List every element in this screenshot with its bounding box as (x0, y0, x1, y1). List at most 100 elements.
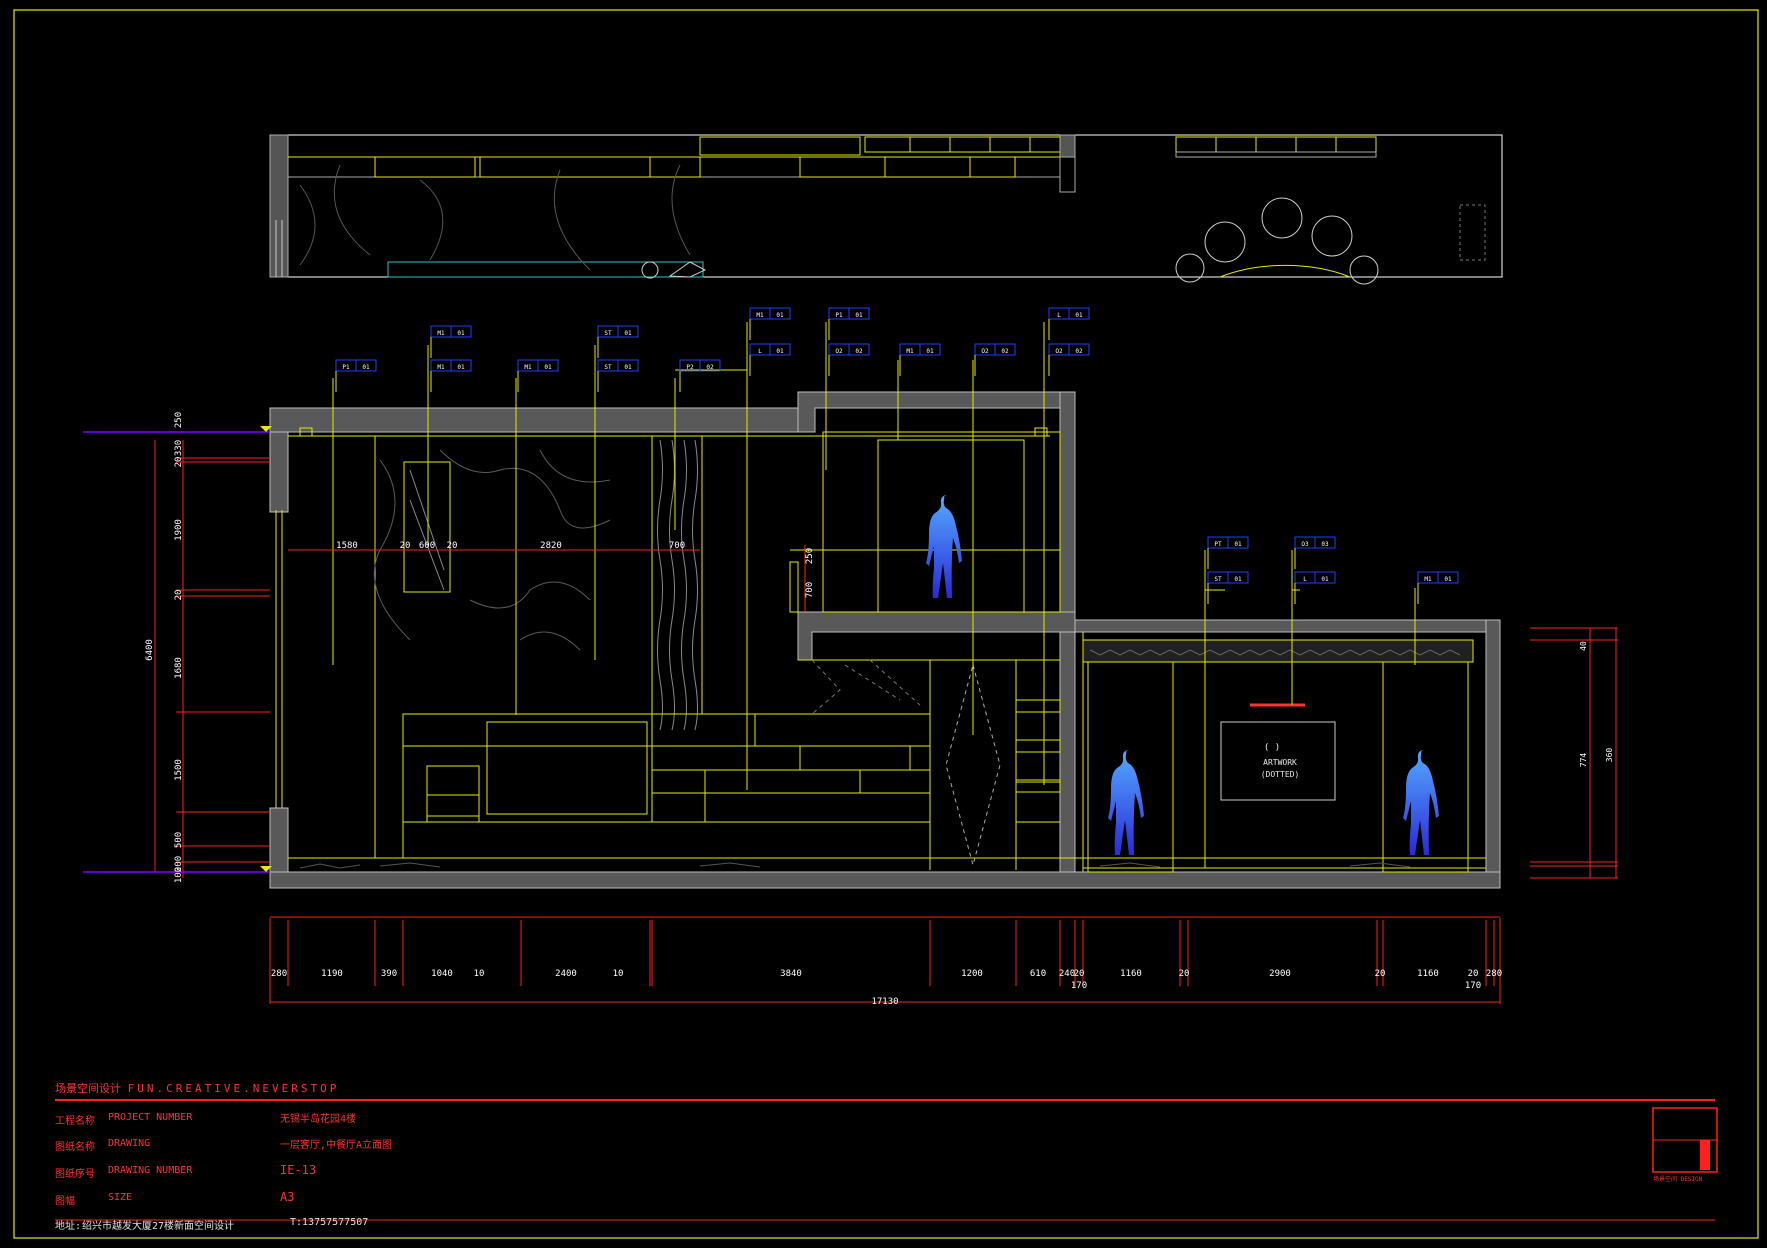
material-tag: P1 01 (828, 307, 870, 340)
left-dim-0: 250 (174, 412, 184, 428)
artwork-mark: ( ) (1264, 743, 1280, 753)
tag-num: 01 (926, 348, 934, 355)
row-drawing-cn: 图纸名称 (55, 1142, 95, 1153)
tag-num: 01 (624, 364, 632, 371)
tag-num: 01 (1321, 576, 1329, 583)
tag-code: ST (604, 364, 612, 371)
tag-code: M1 (524, 364, 532, 371)
figure-3 (1403, 749, 1439, 855)
left-dim-7: 500 (174, 832, 184, 848)
row-project-cn: 工程名称 (55, 1116, 95, 1127)
figure-2 (1108, 749, 1144, 855)
artwork-label: ARTWORK (1263, 758, 1297, 767)
tag-code: M1 (437, 364, 445, 371)
material-tag: L 01 (749, 343, 791, 376)
tag-code: O2 (1055, 348, 1063, 355)
material-tag: ST 01 (1207, 571, 1249, 604)
material-tag: ST 01 (597, 359, 639, 392)
elevation-linework (288, 427, 1486, 873)
bottom-dim-13: 20 (1179, 969, 1190, 979)
left-glazing (275, 510, 283, 808)
material-tag: M1 01 (1417, 571, 1459, 604)
material-tag: PT 01 (1207, 536, 1249, 569)
row-size-cn: 图幅 (55, 1196, 75, 1207)
right-dim-1: 774 (1579, 753, 1588, 768)
inner-dim-4: 2820 (540, 541, 562, 551)
bottom-dim-5: 2400 (555, 969, 577, 979)
tag-code: P1 (835, 312, 843, 319)
row-drawing-value: 一层客厅,中餐厅A立面图 (280, 1140, 393, 1151)
bottom-sub-0: 170 (1071, 981, 1087, 991)
material-tag: M1 01 (899, 343, 941, 376)
left-dim-3: 1900 (174, 519, 184, 541)
address-text: 绍兴市越发大厦27楼新面空间设计 (82, 1221, 235, 1232)
tag-num: 01 (1234, 541, 1242, 548)
tag-code: M1 (756, 312, 764, 319)
row-number-en: DRAWING NUMBER (108, 1165, 193, 1176)
tag-code: PT (1214, 541, 1222, 548)
left-dim-9: 100 (174, 867, 184, 883)
right-dim-0: 40 (1579, 641, 1588, 651)
tag-num: 03 (1321, 541, 1329, 548)
material-tag: L 01 (1048, 307, 1090, 340)
material-tag: O2 02 (974, 343, 1016, 376)
bottom-dim-15: 20 (1375, 969, 1386, 979)
bottom-dim-4: 10 (474, 969, 485, 979)
level-marks (83, 431, 270, 873)
bottom-dim-9: 610 (1030, 969, 1046, 979)
tag-code: L (1303, 576, 1307, 583)
bottom-dim-1: 1190 (321, 969, 343, 979)
ticks (176, 431, 1618, 986)
tag-num: 01 (776, 348, 784, 355)
material-tag: O2 02 (828, 343, 870, 376)
tag-code: P2 (686, 364, 694, 371)
tag-num: 02 (706, 364, 714, 371)
dimension-lines (154, 440, 1618, 1004)
material-tags: P1 01 M1 01 M1 01 M1 01 ST 01 ST 01 P2 02 M1 01 L 01 P1 01 O… (335, 307, 1459, 604)
bottom-sub-1: 170 (1465, 981, 1481, 991)
bottom-dim-3: 1040 (431, 969, 453, 979)
tag-num: 02 (855, 348, 863, 355)
company-slogan: FUN.CREATIVE.NEVERSTOP (127, 1082, 340, 1095)
human-figures (926, 494, 1439, 855)
tag-code: P1 (342, 364, 350, 371)
material-tag: L 01 (1294, 571, 1336, 604)
material-tag: O2 02 (1048, 343, 1090, 376)
artwork-note: (DOTTED) (1261, 770, 1300, 779)
tag-code: L (758, 348, 762, 355)
bottom-dim-7: 3840 (780, 969, 802, 979)
floor-plan (269, 134, 1503, 285)
tag-code: M1 (906, 348, 914, 355)
inner-dim-3: 20 (447, 541, 458, 551)
company-name: 场景空间设计 (55, 1082, 121, 1095)
bottom-dim-11: 20 (1074, 969, 1085, 979)
left-dim-4: 20 (174, 590, 184, 601)
material-tag: M1 01 (517, 359, 559, 392)
tag-code: M1 (437, 330, 445, 337)
phone-text: T:13757577507 (290, 1217, 369, 1228)
tag-num: 01 (457, 364, 465, 371)
inner-dim-2: 600 (419, 541, 435, 551)
tag-code: L (1057, 312, 1061, 319)
bottom-dim-8: 1200 (961, 969, 983, 979)
logo-caption: 场景空间 DESIGN (1653, 1176, 1703, 1183)
bottom-dim-18: 280 (1486, 969, 1502, 979)
bottom-dim-16: 1160 (1417, 969, 1439, 979)
tag-code: ST (1214, 576, 1222, 583)
material-tag: P1 01 (335, 359, 377, 392)
left-dim-1: 330 (174, 440, 184, 456)
bottom-dim-12: 1160 (1120, 969, 1142, 979)
bottom-dim-14: 2900 (1269, 969, 1291, 979)
row-size-en: SIZE (108, 1192, 133, 1203)
tag-num: 02 (1075, 348, 1083, 355)
inner-dim-0: 1580 (336, 541, 358, 551)
inner-dim-1: 20 (400, 541, 411, 551)
tag-num: 01 (1444, 576, 1452, 583)
row-project-value: 无锡半岛花园4楼 (280, 1114, 357, 1125)
row-number-cn: 图纸序号 (55, 1169, 95, 1180)
tag-num: 01 (544, 364, 552, 371)
material-tag: ST 01 (597, 325, 639, 358)
tag-code: M1 (1424, 576, 1432, 583)
tag-num: 01 (1234, 576, 1242, 583)
tag-code: ST (604, 330, 612, 337)
